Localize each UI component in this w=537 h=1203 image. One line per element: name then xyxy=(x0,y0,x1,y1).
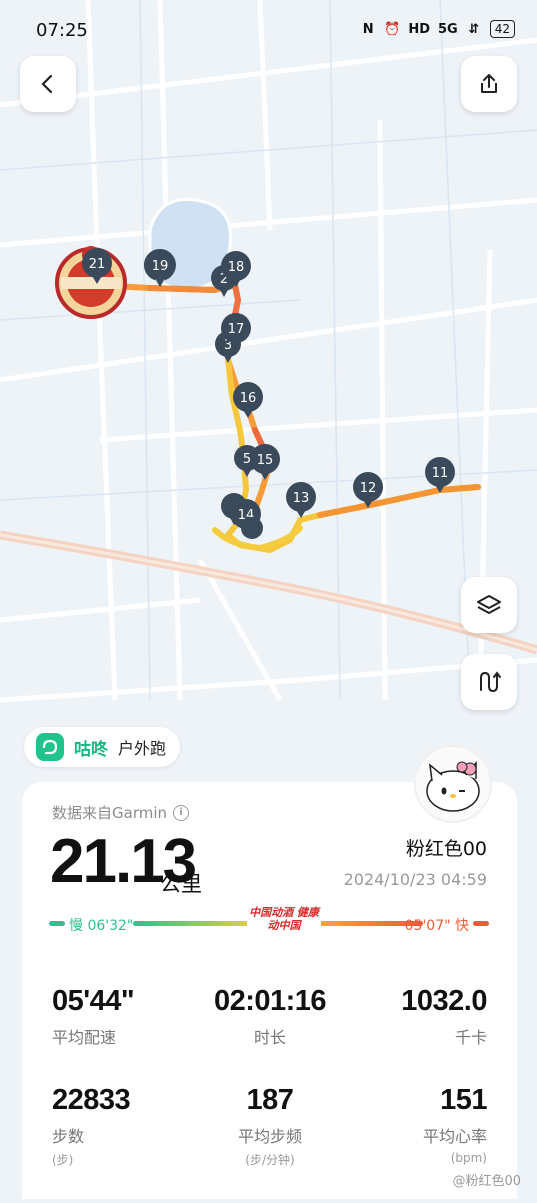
codoon-logo-icon xyxy=(36,733,64,761)
stat-avg-pace: 05'44" 平均配速 xyxy=(52,985,135,1048)
stat-value: 22833 xyxy=(52,1084,131,1116)
activity-type: 户外跑 xyxy=(118,739,167,758)
app-source-pill[interactable]: 咕咚 户外跑 xyxy=(24,727,181,767)
stat-steps: 22833 步数 (步) xyxy=(52,1084,131,1168)
map-roads xyxy=(0,0,537,703)
stat-value: 05'44" xyxy=(52,985,135,1017)
map-layers-button[interactable] xyxy=(461,577,517,633)
stat-value: 02:01:16 xyxy=(213,985,327,1017)
distance-unit: 公里 xyxy=(160,872,202,896)
summary-card: 数据来自Garmin i 21.13 公里 粉红色00 2024/10/23 0… xyxy=(22,782,517,1199)
stat-label: 时长 xyxy=(253,1028,286,1047)
stat-value: 1032.0 xyxy=(401,985,487,1017)
km-marker-label: 19 xyxy=(152,259,169,274)
svg-text:18: 18 xyxy=(228,260,245,275)
svg-text:17: 17 xyxy=(228,322,245,337)
activity-datetime: 2024/10/23 04:59 xyxy=(343,870,487,889)
stat-label: 平均心率 xyxy=(422,1127,487,1146)
km-marker: 13 xyxy=(286,482,316,518)
pace-fast-label: 05'07" 快 xyxy=(404,918,469,934)
chevron-left-icon xyxy=(41,74,53,94)
stat-duration: 02:01:16 时长 xyxy=(205,985,335,1048)
campaign-badge: 中国动酒 健康动中国 xyxy=(247,906,321,932)
layers-icon xyxy=(477,595,501,614)
share-icon xyxy=(481,74,497,93)
back-button[interactable] xyxy=(20,56,76,112)
status-bar: 07:25 N ⏰ HD 5G ⇵ 42 xyxy=(0,0,537,62)
data-source[interactable]: 数据来自Garmin i xyxy=(52,802,190,823)
stat-unit: (bpm) xyxy=(450,1151,487,1165)
alarm-icon: ⏰ xyxy=(384,21,401,37)
svg-text:16: 16 xyxy=(240,391,257,406)
svg-text:12: 12 xyxy=(360,481,377,496)
status-time: 07:25 xyxy=(36,20,88,41)
user-name[interactable]: 粉红色00 xyxy=(406,834,487,861)
stat-unit: (步) xyxy=(52,1153,74,1167)
avatar-image xyxy=(416,747,490,821)
svg-text:11: 11 xyxy=(432,466,449,481)
stat-cadence: 187 平均步频 (步/分钟) xyxy=(205,1084,335,1168)
data-source-text: 数据来自Garmin xyxy=(52,804,168,822)
svg-text:13: 13 xyxy=(293,491,310,506)
svg-text:15: 15 xyxy=(257,453,274,468)
km-marker: 15 xyxy=(250,444,280,480)
route-playback-button[interactable] xyxy=(461,654,517,710)
stat-label: 步数 xyxy=(52,1127,85,1146)
watermark: @粉红色00 xyxy=(452,1174,521,1189)
stat-heart-rate: 151 平均心率 (bpm) xyxy=(357,1084,488,1165)
start-badge: 21 xyxy=(55,246,127,319)
hd-icon: HD xyxy=(408,21,430,37)
avatar[interactable] xyxy=(414,745,492,823)
stat-calories: 1032.0 千卡 xyxy=(357,985,487,1048)
stat-label: 平均步频 xyxy=(237,1127,302,1146)
stat-unit: (步/分钟) xyxy=(245,1153,295,1167)
nfc-icon: N xyxy=(362,21,374,37)
stat-label: 平均配速 xyxy=(52,1028,117,1047)
signal-icon: ⇵ xyxy=(468,21,480,37)
info-icon[interactable]: i xyxy=(173,804,190,821)
map-minor-roads xyxy=(0,0,537,701)
status-icons: N ⏰ HD 5G ⇵ 42 xyxy=(360,20,515,38)
share-button[interactable] xyxy=(461,56,517,112)
svg-text:5: 5 xyxy=(243,452,251,467)
app-name: 咕咚 xyxy=(74,739,108,760)
pace-slow-label: 慢 06'32" xyxy=(69,918,134,934)
km-marker-label: 21 xyxy=(89,257,106,272)
stat-value: 187 xyxy=(246,1084,294,1116)
stat-label: 千卡 xyxy=(454,1028,487,1047)
pace-bar: 慢 06'32" 05'07" 快 中国动酒 健康动中国 xyxy=(49,906,489,934)
stat-value: 151 xyxy=(440,1084,487,1116)
route-icon xyxy=(480,671,501,693)
signal-5g-icon: 5G xyxy=(438,21,458,37)
battery-indicator: 42 xyxy=(489,20,515,38)
km-marker xyxy=(241,517,263,539)
